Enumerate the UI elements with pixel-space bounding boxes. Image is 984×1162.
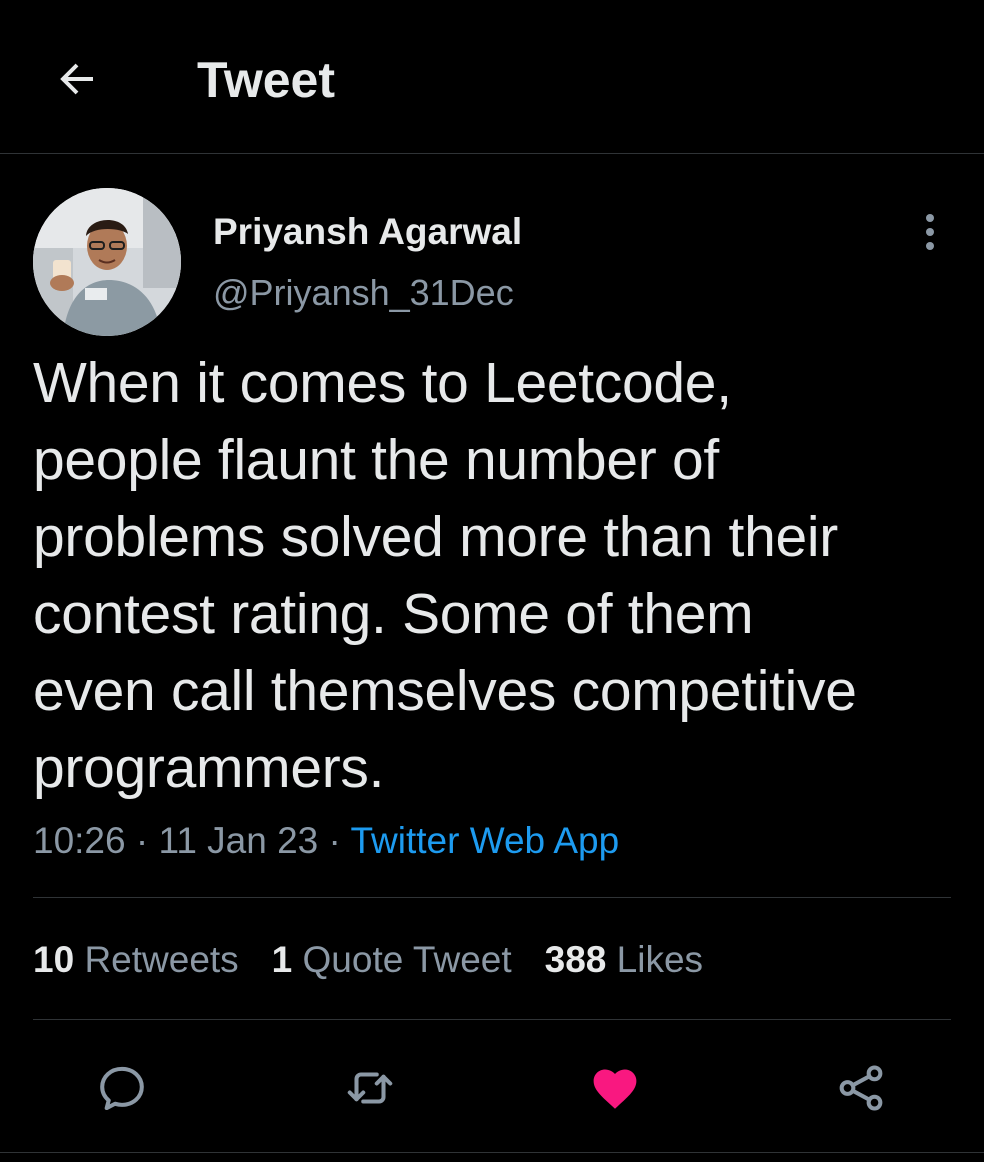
like-button[interactable]: [585, 1058, 645, 1118]
retweet-icon: [347, 1072, 393, 1104]
reply-icon: [100, 1066, 144, 1111]
share-button[interactable]: [831, 1058, 891, 1118]
back-button[interactable]: [44, 46, 110, 112]
tweet-date: 11 Jan 23: [158, 820, 319, 861]
tweet-text: When it comes to Leetcode, people flaunt…: [33, 351, 857, 800]
retweets-label: Retweets: [84, 939, 239, 980]
quotes-count: 1: [271, 939, 293, 980]
meta-separator: ·: [318, 820, 351, 861]
divider: [33, 897, 951, 898]
likes-count: 388: [544, 939, 607, 980]
tweet-time: 10:26: [33, 820, 126, 861]
tweet-source-link[interactable]: Twitter Web App: [350, 820, 619, 861]
author-display-name[interactable]: Priyansh Agarwal: [213, 209, 522, 255]
retweets-count: 10: [33, 939, 75, 980]
meta-separator: ·: [125, 820, 159, 861]
share-icon: [839, 1065, 883, 1111]
engagement-stats: 10 Retweets 1 Quote Tweet 388 Likes: [33, 936, 736, 984]
retweet-button[interactable]: [340, 1058, 400, 1118]
quotes-stat[interactable]: 1 Quote Tweet: [272, 936, 512, 984]
divider: [0, 1152, 984, 1153]
more-options-button[interactable]: [906, 206, 954, 258]
quotes-label: Quote Tweet: [302, 939, 512, 980]
more-vertical-icon: [926, 214, 934, 222]
page-title: Tweet: [197, 52, 335, 108]
more-vertical-icon-dot: [926, 242, 934, 250]
top-bar: Tweet: [0, 0, 984, 154]
likes-stat[interactable]: 388 Likes: [545, 936, 703, 984]
likes-label: Likes: [616, 939, 704, 980]
avatar[interactable]: [33, 188, 181, 336]
heart-icon: [593, 1069, 637, 1109]
divider: [33, 1019, 951, 1020]
retweets-stat[interactable]: 10 Retweets: [33, 936, 239, 984]
author-handle[interactable]: @Priyansh_31Dec: [213, 271, 514, 315]
avatar-photo: [33, 188, 181, 336]
arrow-left-icon: [60, 63, 93, 95]
reply-button[interactable]: [92, 1058, 152, 1118]
tweet-meta: 10:26 · 11 Jan 23 · Twitter Web App: [33, 817, 619, 865]
more-vertical-icon-dot: [926, 228, 934, 236]
